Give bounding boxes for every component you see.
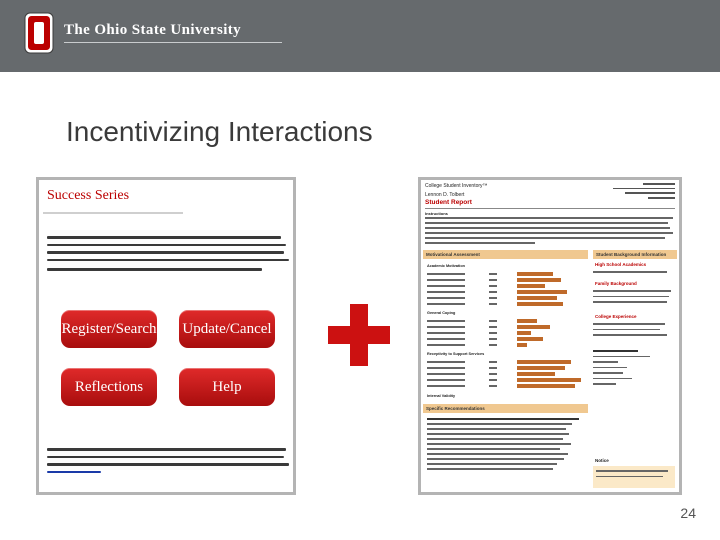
header-rule xyxy=(425,208,675,209)
general-coping-label: General Coping xyxy=(427,311,456,315)
grouping-details xyxy=(593,350,675,389)
high-school-details xyxy=(593,271,675,277)
high-school-academics-label: High School Academics xyxy=(595,262,647,267)
report-score-row xyxy=(427,301,587,307)
success-series-title: Success Series xyxy=(47,188,130,203)
welcome-text-block-2 xyxy=(47,268,291,282)
report-type-label: Student Report xyxy=(425,199,472,206)
reflections-button[interactable]: Reflections xyxy=(61,368,157,406)
specific-recommendations-band: Specific Recommendations xyxy=(423,404,588,413)
academic-motivation-label: Academic Motivation xyxy=(427,264,465,268)
instructions-label: Instructions xyxy=(425,211,448,216)
success-series-screenshot: Success Series Register/Search Update/Ca… xyxy=(36,177,296,495)
plus-icon xyxy=(328,304,390,366)
report-score-row xyxy=(427,342,587,348)
college-details xyxy=(593,323,675,340)
welcome-text-block xyxy=(47,236,291,270)
block-o-logo-icon xyxy=(24,12,54,54)
receptivity-label: Receptivity to Support Services xyxy=(427,352,485,356)
report-student-name: Lennon D. Tolbert xyxy=(425,192,465,198)
background-information-band: Student Background Information xyxy=(593,250,677,259)
title-divider xyxy=(43,212,183,214)
update-cancel-button[interactable]: Update/Cancel xyxy=(179,310,275,348)
footer-text-block xyxy=(47,448,291,488)
page-number: 24 xyxy=(680,505,696,521)
motivational-assessment-band: Motivational Assessment xyxy=(423,250,588,259)
internal-validity-label: Internal Validity xyxy=(427,394,456,398)
slide-title: Incentivizing Interactions xyxy=(66,116,373,147)
university-name: The Ohio State University xyxy=(64,22,242,38)
family-details xyxy=(593,290,675,307)
header-bar: The Ohio State University xyxy=(0,0,720,72)
report-score-row xyxy=(427,383,587,389)
notice-label: Notice xyxy=(595,458,609,463)
report-product-title: College Student Inventory™ xyxy=(425,183,488,189)
family-background-label: Family Background xyxy=(595,281,637,286)
student-report-screenshot: College Student Inventory™ Lennon D. Tol… xyxy=(418,177,682,495)
help-button[interactable]: Help xyxy=(179,368,275,406)
report-header-info xyxy=(595,183,675,202)
instructions-text xyxy=(425,217,675,247)
university-name-underline xyxy=(64,42,282,43)
notice-box xyxy=(593,466,675,488)
college-experience-label: College Experience xyxy=(595,314,637,319)
recommendations-text xyxy=(427,418,585,473)
register-search-button[interactable]: Register/Search xyxy=(61,310,157,348)
